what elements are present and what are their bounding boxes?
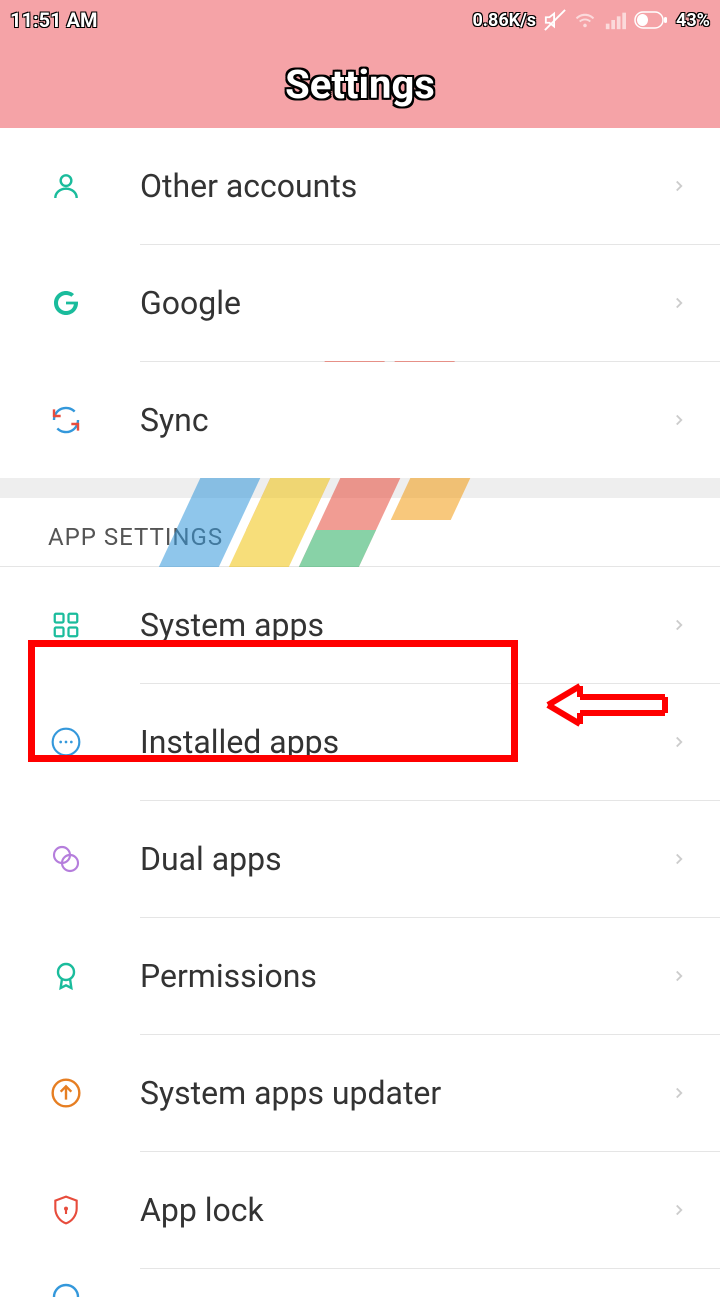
chevron-right-icon	[670, 967, 688, 985]
section-gap	[0, 478, 720, 498]
row-system-apps[interactable]: System apps	[0, 567, 720, 683]
row-other-accounts[interactable]: Other accounts	[0, 128, 720, 244]
sync-icon	[48, 402, 84, 438]
section-header-apps: APP SETTINGS	[0, 498, 720, 567]
chevron-right-icon	[670, 850, 688, 868]
chevron-right-icon	[670, 733, 688, 751]
row-label: Installed apps	[140, 723, 670, 761]
chevron-right-icon	[670, 177, 688, 195]
status-network-speed: 0.86K/s	[472, 10, 536, 31]
google-icon	[48, 285, 84, 321]
status-battery-percent: 43%	[676, 10, 710, 31]
mute-icon	[544, 9, 566, 31]
row-label: Sync	[140, 401, 670, 439]
row-system-apps-updater[interactable]: System apps updater	[0, 1035, 720, 1151]
page-title: Settings	[285, 61, 435, 108]
badge-icon	[48, 958, 84, 994]
accounts-section: Other accounts Google Sync	[0, 128, 720, 478]
row-label: Google	[140, 284, 670, 322]
chevron-right-icon	[670, 294, 688, 312]
row-app-lock[interactable]: App lock	[0, 1152, 720, 1268]
upload-icon	[48, 1075, 84, 1111]
shield-lock-icon	[48, 1192, 84, 1228]
signal-icon	[604, 9, 626, 31]
dual-circles-icon	[48, 841, 84, 877]
chevron-right-icon	[670, 1084, 688, 1102]
row-label: App lock	[140, 1191, 670, 1229]
row-label: Permissions	[140, 957, 670, 995]
row-google[interactable]: Google	[0, 245, 720, 361]
ellipsis-circle-icon	[48, 724, 84, 760]
row-sync[interactable]: Sync	[0, 362, 720, 478]
page-header: Settings	[0, 40, 720, 128]
row-label: Dual apps	[140, 840, 670, 878]
row-installed-apps[interactable]: Installed apps	[0, 684, 720, 800]
wifi-icon	[574, 9, 596, 31]
row-partial[interactable]	[0, 1269, 720, 1309]
battery-icon	[634, 11, 668, 29]
partial-icon	[48, 1271, 84, 1307]
row-dual-apps[interactable]: Dual apps	[0, 801, 720, 917]
status-bar: 11:51 AM 0.86K/s 43%	[0, 0, 720, 40]
content: Other accounts Google Sync	[0, 128, 720, 1309]
person-icon	[48, 168, 84, 204]
chevron-right-icon	[670, 411, 688, 429]
status-time: 11:51 AM	[10, 8, 97, 32]
chevron-right-icon	[670, 616, 688, 634]
row-label: System apps	[140, 606, 670, 644]
app-settings-section: APP SETTINGS System apps Installed apps	[0, 498, 720, 1309]
chevron-right-icon	[670, 1201, 688, 1219]
row-permissions[interactable]: Permissions	[0, 918, 720, 1034]
row-label: System apps updater	[140, 1074, 670, 1112]
row-label: Other accounts	[140, 167, 670, 205]
grid-icon	[48, 607, 84, 643]
